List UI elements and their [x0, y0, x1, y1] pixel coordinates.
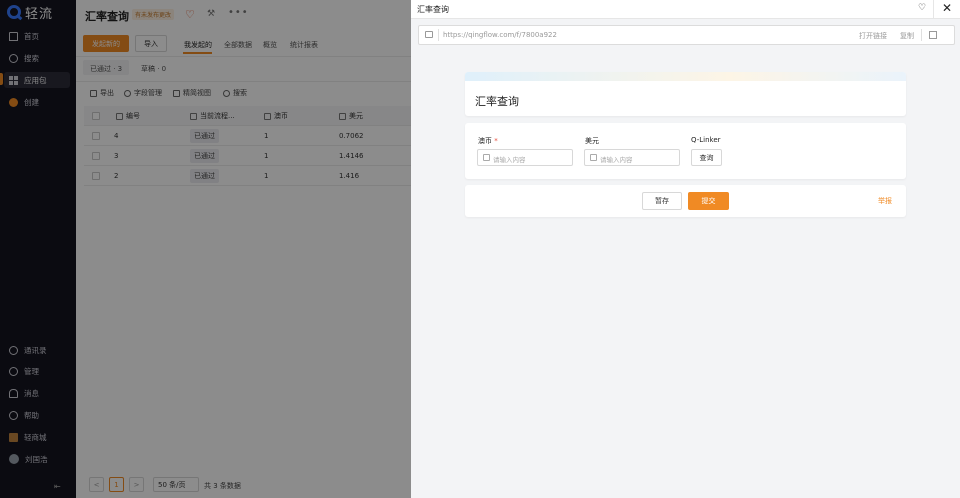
form-fields-card: 澳币 * 请输入内容 美元 请输入内容 Q-Linker 查询: [465, 123, 906, 179]
usd-input[interactable]: 请输入内容: [584, 149, 680, 166]
close-icon[interactable]: ✕: [942, 1, 952, 15]
share-url[interactable]: https://qingflow.com/f/7800a922: [443, 31, 557, 39]
aud-placeholder: 请输入内容: [493, 156, 526, 164]
field-label-usd: 美元: [585, 137, 599, 145]
query-button[interactable]: 查询: [691, 149, 722, 166]
open-link-button[interactable]: 打开链接: [859, 31, 887, 41]
required-mark: *: [494, 137, 498, 145]
form-actions-card: 暂存 提交 举报: [465, 185, 906, 217]
usd-placeholder: 请输入内容: [600, 156, 633, 164]
field-label-text: 澳币: [478, 137, 492, 145]
qr-code-icon[interactable]: [929, 31, 937, 39]
title-gradient: [465, 72, 906, 81]
aud-input[interactable]: 请输入内容: [477, 149, 573, 166]
text-field-icon: [483, 154, 490, 161]
form-title-card: 汇率查询: [465, 72, 906, 116]
favorite-heart-icon[interactable]: ♡: [918, 3, 926, 13]
share-link-bar: https://qingflow.com/f/7800a922 打开链接 复制: [418, 25, 955, 45]
submit-button[interactable]: 提交: [688, 192, 729, 210]
drawer-title: 汇率查询: [417, 5, 449, 14]
save-draft-button[interactable]: 暂存: [642, 192, 682, 210]
form-title: 汇率查询: [475, 95, 519, 108]
divider: [933, 0, 934, 19]
divider: [921, 29, 922, 41]
field-label-qlinker: Q-Linker: [691, 136, 721, 144]
copy-link-button[interactable]: 复制: [900, 31, 914, 41]
form-drawer: 汇率查询 ♡ ✕ https://qingflow.com/f/7800a922…: [411, 0, 960, 498]
link-icon: [425, 31, 433, 38]
text-field-icon: [590, 154, 597, 161]
drawer-header: 汇率查询 ♡ ✕: [411, 0, 960, 19]
divider: [438, 29, 439, 41]
field-label-aud: 澳币 *: [478, 136, 498, 146]
report-link[interactable]: 举报: [878, 196, 892, 206]
modal-backdrop[interactable]: [0, 0, 411, 498]
